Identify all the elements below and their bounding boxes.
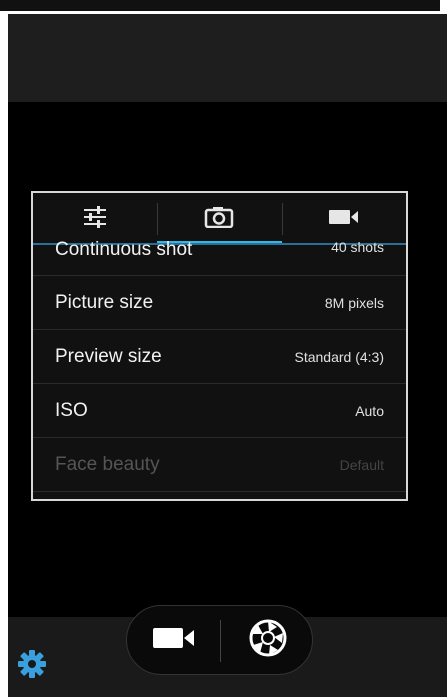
setting-value: Default [339,456,384,473]
setting-iso[interactable]: ISO Auto [33,384,406,438]
gear-icon [17,649,47,684]
shutter-icon [248,618,288,663]
setting-value: Standard (4:3) [294,348,385,365]
top-bar [8,14,447,102]
setting-value: 40 shots [331,239,384,255]
video-camera-icon [328,208,360,231]
settings-popup: Continuous shot 40 shots Picture size 8M… [31,191,408,501]
setting-label: Preview size [55,345,162,367]
setting-value: 8M pixels [324,294,384,311]
status-strip [0,0,447,14]
setting-preview-size[interactable]: Preview size Standard (4:3) [33,330,406,384]
shutter-button[interactable] [221,606,314,674]
settings-list: Continuous shot 40 shots Picture size 8M… [33,235,406,492]
setting-face-beauty: Face beauty Default [33,438,406,492]
setting-value: Auto [355,402,384,419]
setting-label: ISO [55,399,88,421]
setting-picture-size[interactable]: Picture size 8M pixels [33,276,406,330]
video-camera-icon [151,625,197,656]
setting-label: Continuous shot [55,239,193,260]
setting-label: Picture size [55,291,154,313]
status-bar [0,0,440,11]
setting-continuous-shot[interactable]: Continuous shot 40 shots [33,235,406,276]
video-record-button[interactable] [127,606,220,674]
setting-label: Face beauty [55,453,160,475]
sliders-icon [82,205,108,233]
camera-settings-button[interactable] [14,648,50,684]
camera-icon [204,206,234,233]
capture-controls [126,605,313,675]
